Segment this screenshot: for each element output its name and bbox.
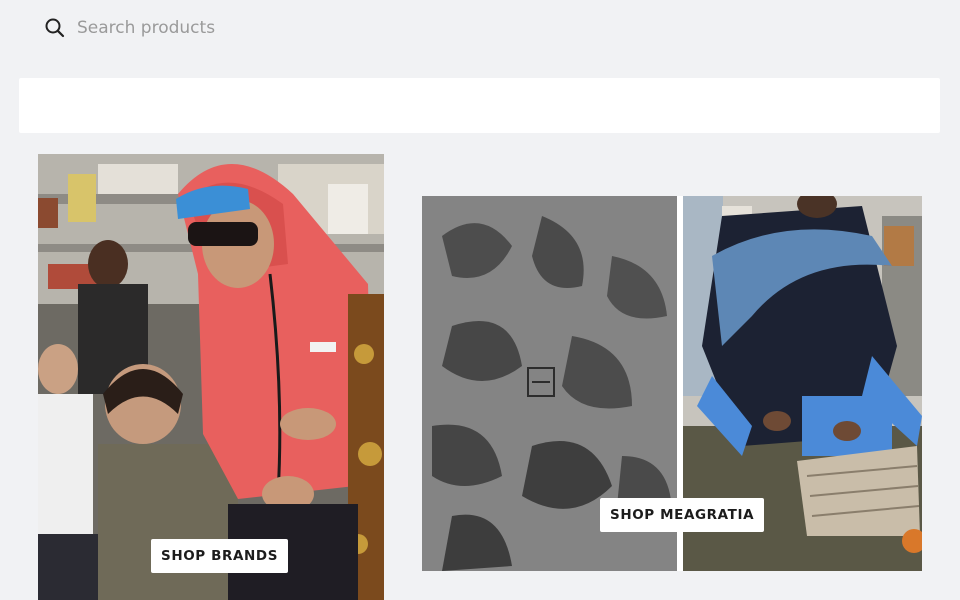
promo-image-brands: [38, 154, 384, 600]
shop-meagratia-button[interactable]: SHOP MEAGRATIA: [600, 498, 765, 532]
promo-card-brands[interactable]: [38, 154, 384, 600]
shop-brands-button[interactable]: SHOP BRANDS: [151, 539, 289, 573]
search-input[interactable]: [77, 0, 897, 55]
page: SHOP BRANDS: [0, 0, 960, 600]
search-icon[interactable]: [44, 17, 66, 39]
search-bar[interactable]: [19, 78, 940, 133]
